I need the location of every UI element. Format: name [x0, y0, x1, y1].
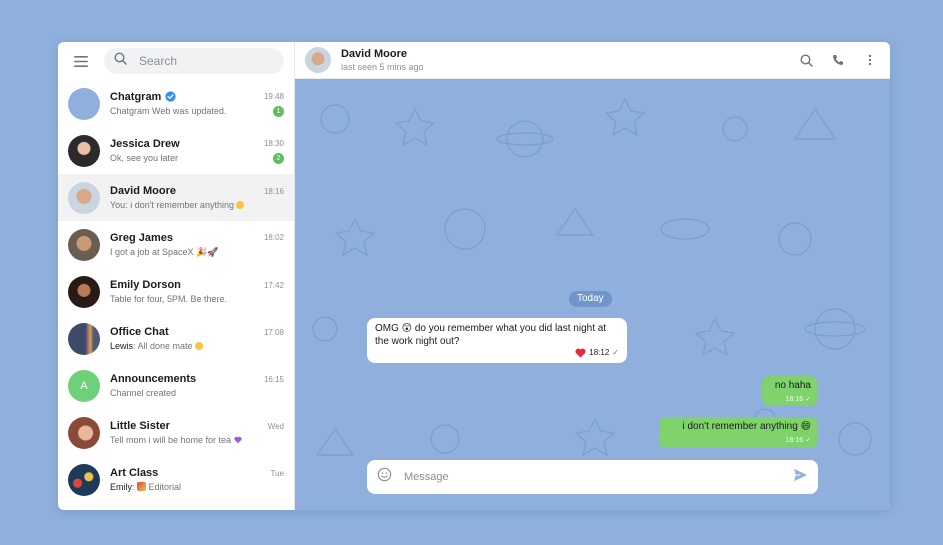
chat-preview: You: i don't remember anything: [110, 200, 234, 210]
avatar: [68, 416, 100, 449]
check-icon: ✓: [805, 396, 811, 403]
avatar-letter: A: [80, 379, 88, 392]
message-text: OMG 😲 do you remember what you did last …: [375, 323, 607, 347]
chat-item-art-class[interactable]: Art Class Tue Emily: Editorial: [58, 456, 294, 503]
message-area: Today OMG 😲 do you remember what you did…: [295, 79, 890, 510]
chat-preview: Table for four, 5PM. Be there.: [110, 294, 228, 304]
search-icon: [114, 52, 127, 70]
chat-header[interactable]: David Moore last seen 5 mins ago: [295, 42, 890, 79]
avatar: [68, 87, 100, 120]
grinning-emoji-icon: [194, 342, 203, 350]
chat-sender: Lewis: [110, 341, 134, 351]
chat-item-little-sister[interactable]: Little Sister Wed Tell mom i will be hom…: [58, 409, 294, 456]
emoji-icon[interactable]: [377, 467, 392, 487]
chat-preview: Chatgram Web was updated.: [110, 106, 227, 116]
unread-badge: 1: [273, 105, 284, 117]
chat-name: Chatgram: [110, 90, 162, 103]
outgoing-message[interactable]: no haha 18:16 ✓: [762, 376, 818, 406]
chat-name: Office Chat: [110, 326, 169, 338]
check-icon: ✓: [612, 348, 619, 357]
verified-icon: [165, 91, 176, 102]
message-input[interactable]: [402, 470, 793, 484]
chat-name: Announcements: [110, 373, 197, 385]
message-text: i don't remember anything 😄: [682, 421, 811, 432]
message-time: 18:16: [785, 396, 804, 403]
avatar: [68, 322, 100, 355]
chat-time: 16:15: [263, 374, 284, 384]
avatar: [68, 275, 100, 308]
message-time: 18:12: [589, 348, 610, 357]
message-composer[interactable]: [367, 460, 818, 494]
chat-preview: I got a job at SpaceX: [110, 246, 194, 257]
avatar: [68, 134, 100, 167]
chat-time: Tue: [270, 468, 285, 478]
chat-preview: Editorial: [148, 482, 182, 492]
incoming-message[interactable]: OMG 😲 do you remember what you did last …: [367, 318, 627, 363]
chat-time: 19:48: [263, 92, 284, 101]
heart-reaction-icon[interactable]: [575, 348, 586, 358]
chat-sender: Emily: [110, 482, 132, 492]
avatar: A: [68, 369, 100, 402]
contact-name: David Moore: [341, 48, 408, 60]
chat-name: Greg James: [110, 231, 173, 244]
chat-name: Emily Dorson: [110, 279, 181, 291]
chat-item-announcements[interactable]: A Announcements 16:15 Channel created: [58, 362, 294, 409]
chat-name: Jessica Drew: [110, 137, 180, 150]
phone-icon[interactable]: [830, 52, 846, 68]
purple-heart-icon: [233, 436, 242, 444]
date-separator: Today: [569, 291, 612, 307]
grinning-emoji-icon: [235, 201, 244, 209]
telegram-window: Chatgram 19:48 Chatgram Web was updated.…: [58, 42, 890, 510]
chat-preview: Ok, see you later: [110, 153, 179, 163]
chat-item-chatgram[interactable]: Chatgram 19:48 Chatgram Web was updated.…: [58, 80, 294, 127]
search-input[interactable]: [137, 53, 261, 69]
avatar: [68, 228, 100, 261]
chat-list: Chatgram 19:48 Chatgram Web was updated.…: [58, 80, 294, 510]
search-icon[interactable]: [798, 52, 814, 68]
unread-badge: 2: [273, 152, 284, 164]
send-icon[interactable]: [793, 468, 808, 487]
avatar[interactable]: [305, 47, 331, 73]
more-options-icon[interactable]: [862, 52, 878, 68]
chat-preview: All done mate: [137, 341, 193, 351]
chat-item-greg-james[interactable]: Greg James 18:02 I got a job at SpaceX 🎉…: [58, 221, 294, 268]
chat-name: Little Sister: [110, 420, 170, 432]
check-icon: ✓: [805, 437, 811, 444]
chat-name: David Moore: [110, 185, 177, 197]
chat-preview: Channel created: [110, 388, 177, 398]
avatar: [68, 181, 100, 214]
image-thumbnail-icon: [137, 482, 147, 491]
chat-name: Art Class: [110, 467, 159, 479]
contact-status: last seen 5 mins ago: [341, 62, 424, 72]
chat-panel: David Moore last seen 5 mins ago Today O…: [295, 42, 890, 510]
party-popper-emoji-icon: 🎉: [196, 246, 208, 257]
avatar: [68, 463, 100, 496]
rocket-emoji-icon: 🚀: [207, 246, 219, 257]
sidebar-header: [58, 42, 294, 80]
message-text: no haha: [774, 380, 811, 391]
chat-item-office-chat[interactable]: Office Chat 17:08 Lewis: All done mate: [58, 315, 294, 362]
chat-time: 18:16: [263, 186, 284, 196]
hamburger-menu-icon[interactable]: [72, 52, 90, 70]
chat-time: 18:30: [263, 139, 284, 148]
outgoing-message[interactable]: i don't remember anything 😄 18:16 ✓: [659, 417, 818, 448]
sidebar: Chatgram 19:48 Chatgram Web was updated.…: [58, 42, 295, 510]
chat-preview: Tell mom i will be home for tea: [110, 435, 232, 445]
chat-time: Wed: [267, 421, 284, 431]
chat-time: 17:08: [263, 327, 284, 337]
chat-time: 18:02: [263, 233, 284, 242]
chat-item-jessica-drew[interactable]: Jessica Drew 18:30 Ok, see you later 2: [58, 127, 294, 174]
search-box[interactable]: [104, 48, 284, 74]
message-time: 18:16: [785, 437, 804, 444]
chat-item-emily-dorson[interactable]: Emily Dorson 17:42 Table for four, 5PM. …: [58, 268, 294, 315]
chat-time: 17:42: [263, 280, 284, 290]
chat-item-david-moore[interactable]: David Moore 18:16 You: i don't remember …: [58, 174, 294, 221]
